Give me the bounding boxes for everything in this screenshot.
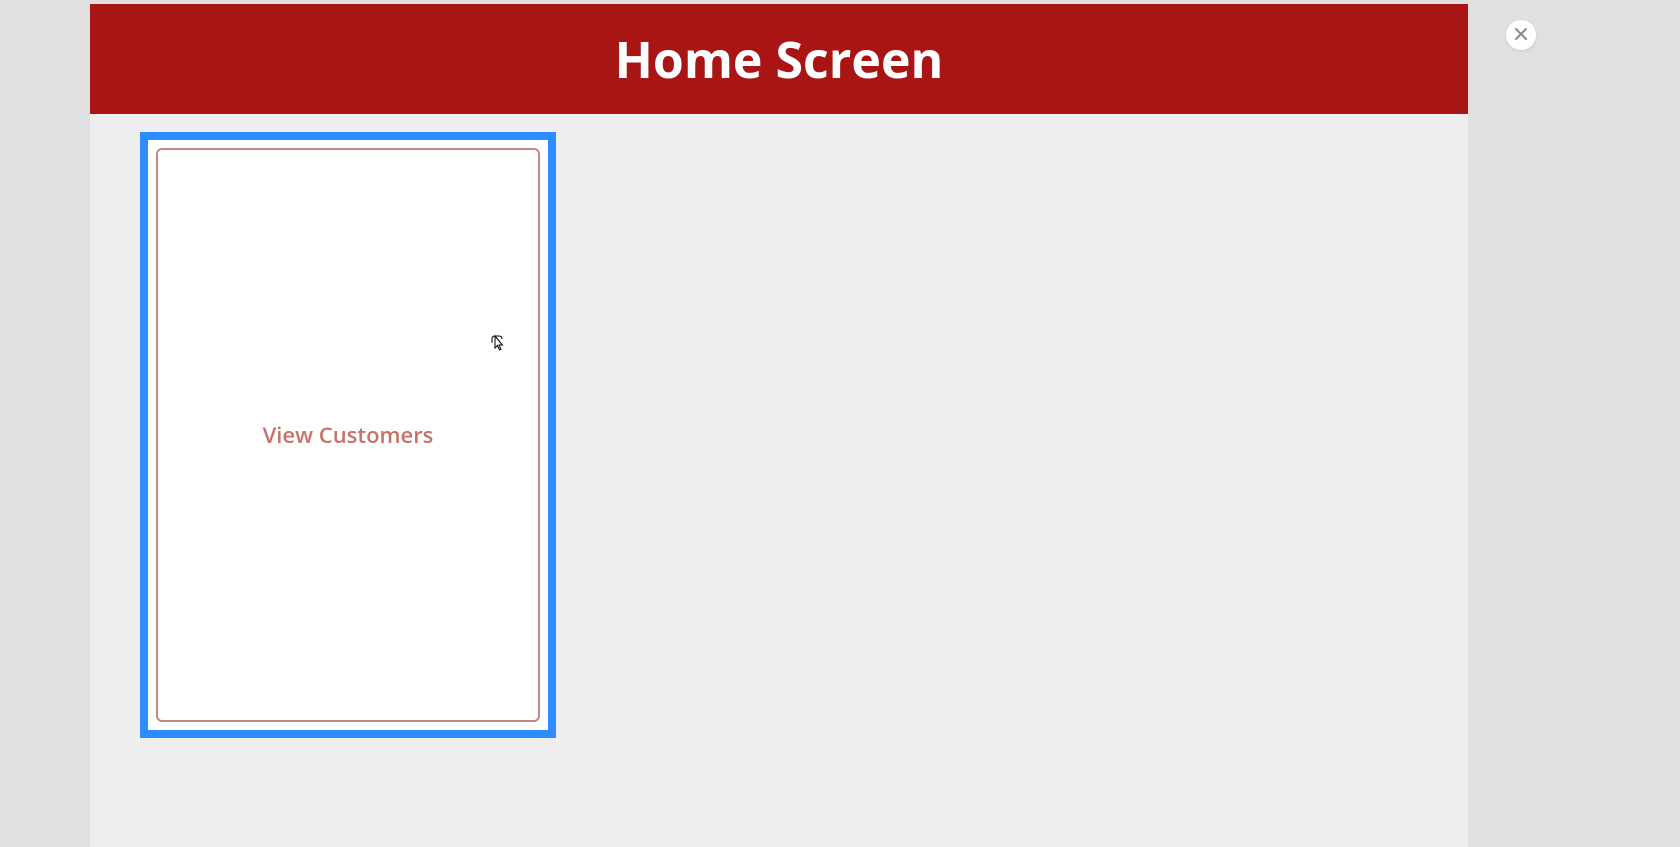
content-area: View Customers (90, 114, 1468, 756)
view-customers-card[interactable]: View Customers (140, 132, 556, 738)
page-title: Home Screen (615, 25, 944, 93)
card-label: View Customers (263, 420, 434, 450)
main-container: Home Screen View Customers (90, 4, 1468, 847)
header-bar: Home Screen (90, 4, 1468, 114)
close-button[interactable] (1506, 20, 1536, 50)
card-inner: View Customers (156, 148, 540, 722)
close-icon (1514, 24, 1528, 46)
